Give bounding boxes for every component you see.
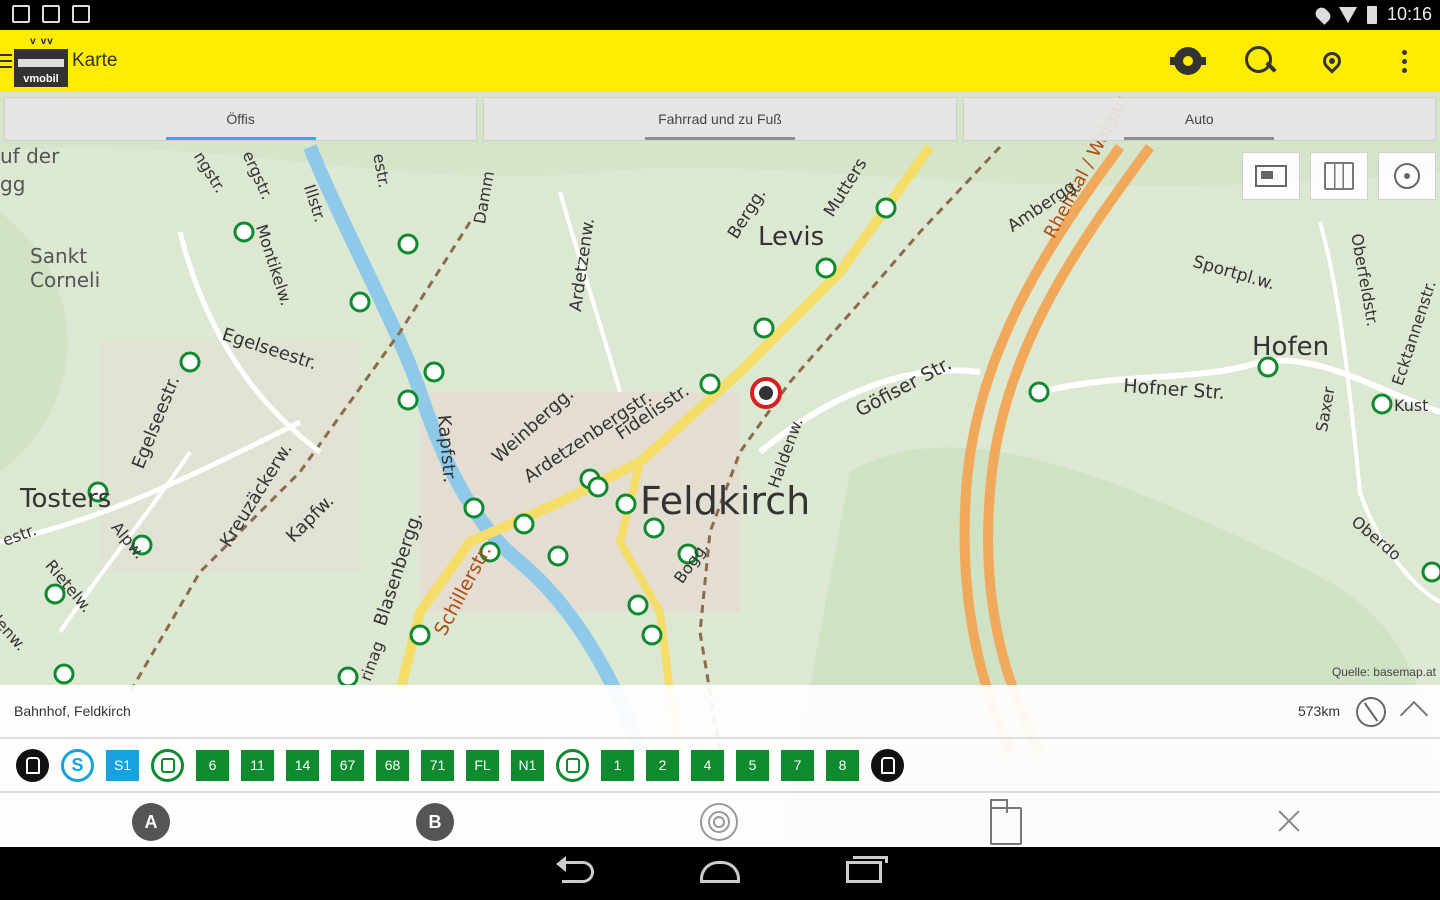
location-button[interactable]: [1296, 30, 1368, 92]
chevron-up-icon[interactable]: [1399, 700, 1429, 730]
departures-button[interactable]: [990, 799, 1022, 845]
locate-icon: [1394, 163, 1420, 189]
map-label-kust: Kust: [1394, 396, 1429, 415]
origin-a-icon: A: [132, 803, 170, 841]
settings-button[interactable]: [1152, 30, 1224, 92]
tab-label: Auto: [1184, 111, 1214, 127]
line-badge[interactable]: 1: [601, 749, 634, 781]
system-nav-bar: [0, 847, 1440, 900]
map-label-hofen: Hofen: [1252, 332, 1330, 362]
line-badge[interactable]: FL: [466, 749, 499, 781]
line-badge[interactable]: 6: [196, 749, 229, 781]
tab-label: Fahrrad und zu Fuß: [658, 111, 782, 127]
app-bar: v vv vmobil Karte: [0, 30, 1440, 92]
map-icon: [1324, 162, 1354, 190]
map-layers-button[interactable]: [1310, 152, 1368, 200]
map-label-sankt-corneli: Sankt Corneli: [30, 244, 101, 292]
document-icon: [990, 799, 1022, 845]
logo-car-mark: vv: [40, 36, 54, 47]
nearby-button[interactable]: [700, 803, 738, 841]
battery-icon: [1366, 5, 1377, 24]
back-icon[interactable]: [556, 856, 594, 883]
map-label-tosters: Tosters: [20, 484, 112, 514]
tab-label: Öffis: [226, 111, 255, 127]
stop-header[interactable]: Bahnhof, Feldkirch 573km: [0, 685, 1440, 739]
logo-car-mark: v: [30, 36, 37, 47]
close-icon: [1277, 809, 1301, 833]
my-location-button[interactable]: [1378, 152, 1436, 200]
overflow-menu-button[interactable]: [1368, 30, 1440, 92]
line-badge[interactable]: 2: [646, 749, 679, 781]
location-status-icon: [1313, 4, 1333, 25]
menu-icon[interactable]: [0, 54, 12, 68]
recent-apps-icon[interactable]: [846, 856, 888, 883]
notification-icons: [12, 5, 90, 23]
shop-icon: [72, 5, 90, 23]
system-icons: 10:16: [1313, 4, 1432, 25]
line-badge[interactable]: 5: [736, 749, 769, 781]
line-badge[interactable]: S1: [106, 749, 139, 781]
stop-name: Bahnhof, Feldkirch: [14, 703, 131, 719]
bus-icon[interactable]: [556, 748, 589, 782]
tab-auto[interactable]: Auto: [962, 97, 1436, 141]
page-title: Karte: [72, 50, 118, 71]
bus-icon[interactable]: [151, 748, 184, 782]
compass-icon: [1356, 697, 1386, 727]
line-badge[interactable]: 7: [781, 749, 814, 781]
map-label-auf-der: uf der: [0, 144, 60, 168]
search-button[interactable]: [1224, 30, 1296, 92]
clock: 10:16: [1386, 4, 1432, 24]
logo-text: vmobil: [23, 73, 59, 85]
map-label-levis: Levis: [758, 222, 825, 252]
line-badge[interactable]: 11: [241, 749, 274, 781]
line-badge[interactable]: 67: [331, 749, 364, 781]
transport-tabs: Öffis Fahrrad und zu Fuß Auto: [0, 97, 1440, 141]
map-attribution: Quelle: basemap.at: [1331, 665, 1436, 679]
destination-b-icon: B: [416, 803, 454, 841]
image-icon: [42, 5, 60, 23]
wifi-icon: [1338, 6, 1357, 23]
train-icon[interactable]: [871, 748, 904, 782]
satellite-icon: [1255, 165, 1287, 187]
notification-icon: [12, 5, 30, 23]
satellite-toggle-button[interactable]: [1242, 152, 1300, 200]
line-badge[interactable]: 4: [691, 749, 724, 781]
train-icon[interactable]: [16, 748, 49, 782]
tab-fahrrad[interactable]: Fahrrad und zu Fuß: [483, 97, 957, 141]
line-badge[interactable]: 68: [376, 749, 409, 781]
search-icon: [1245, 46, 1275, 76]
stop-info-panel: Bahnhof, Feldkirch 573km S S1 6 11 14 67 68 71 F…: [0, 685, 1440, 847]
more-vert-icon: [1401, 49, 1407, 73]
stop-distance: 573km: [1297, 703, 1340, 719]
line-badge[interactable]: 8: [826, 749, 859, 781]
map-pin-icon: [1319, 48, 1345, 74]
radar-icon: [700, 803, 738, 841]
app-logo[interactable]: v vv vmobil: [14, 36, 70, 88]
sbahn-icon[interactable]: S: [61, 748, 94, 782]
map-label-city: Feldkirch: [640, 479, 811, 523]
route-from-button[interactable]: A: [132, 803, 170, 841]
line-badge[interactable]: N1: [511, 749, 544, 781]
home-icon[interactable]: [700, 861, 740, 883]
gear-icon: [1170, 47, 1206, 75]
route-to-button[interactable]: B: [416, 803, 454, 841]
tab-oeffis[interactable]: Öffis: [4, 97, 478, 141]
status-bar: 10:16: [0, 0, 1440, 30]
map-label-egg: gg: [0, 172, 26, 196]
line-list: S S1 6 11 14 67 68 71 FL N1 1 2 4 5 7 8: [16, 747, 904, 783]
line-badge[interactable]: 14: [286, 749, 319, 781]
close-panel-button[interactable]: [1277, 809, 1301, 833]
stop-toolbar: A B: [0, 791, 1440, 847]
line-badge[interactable]: 71: [421, 749, 454, 781]
